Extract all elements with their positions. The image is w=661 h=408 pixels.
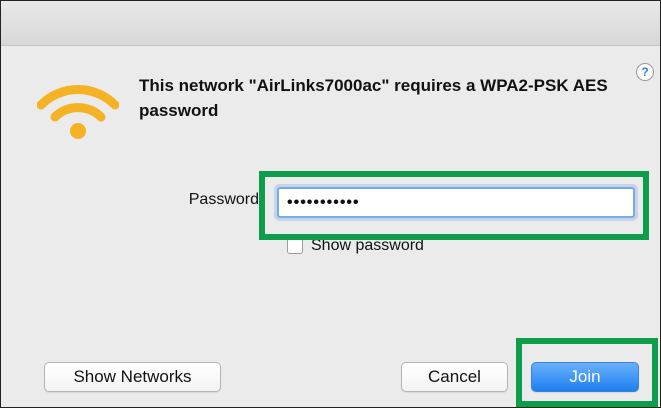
- wifi-icon: [37, 85, 119, 139]
- help-icon[interactable]: ?: [636, 63, 654, 81]
- join-button[interactable]: Join: [531, 362, 639, 392]
- cancel-button[interactable]: Cancel: [401, 362, 508, 392]
- network-password-dialog: ? This network "AirLinks7000ac" requires…: [0, 0, 661, 408]
- show-password-row[interactable]: Show password: [287, 237, 424, 255]
- dialog-message: This network "AirLinks7000ac" requires a…: [139, 76, 608, 120]
- password-input[interactable]: •••••••••••: [277, 187, 635, 218]
- show-networks-button[interactable]: Show Networks: [44, 362, 221, 392]
- title-bar: [1, 1, 660, 46]
- show-password-label: Show password: [311, 237, 424, 254]
- password-label: Password: [188, 191, 259, 208]
- show-password-checkbox[interactable]: [287, 238, 303, 254]
